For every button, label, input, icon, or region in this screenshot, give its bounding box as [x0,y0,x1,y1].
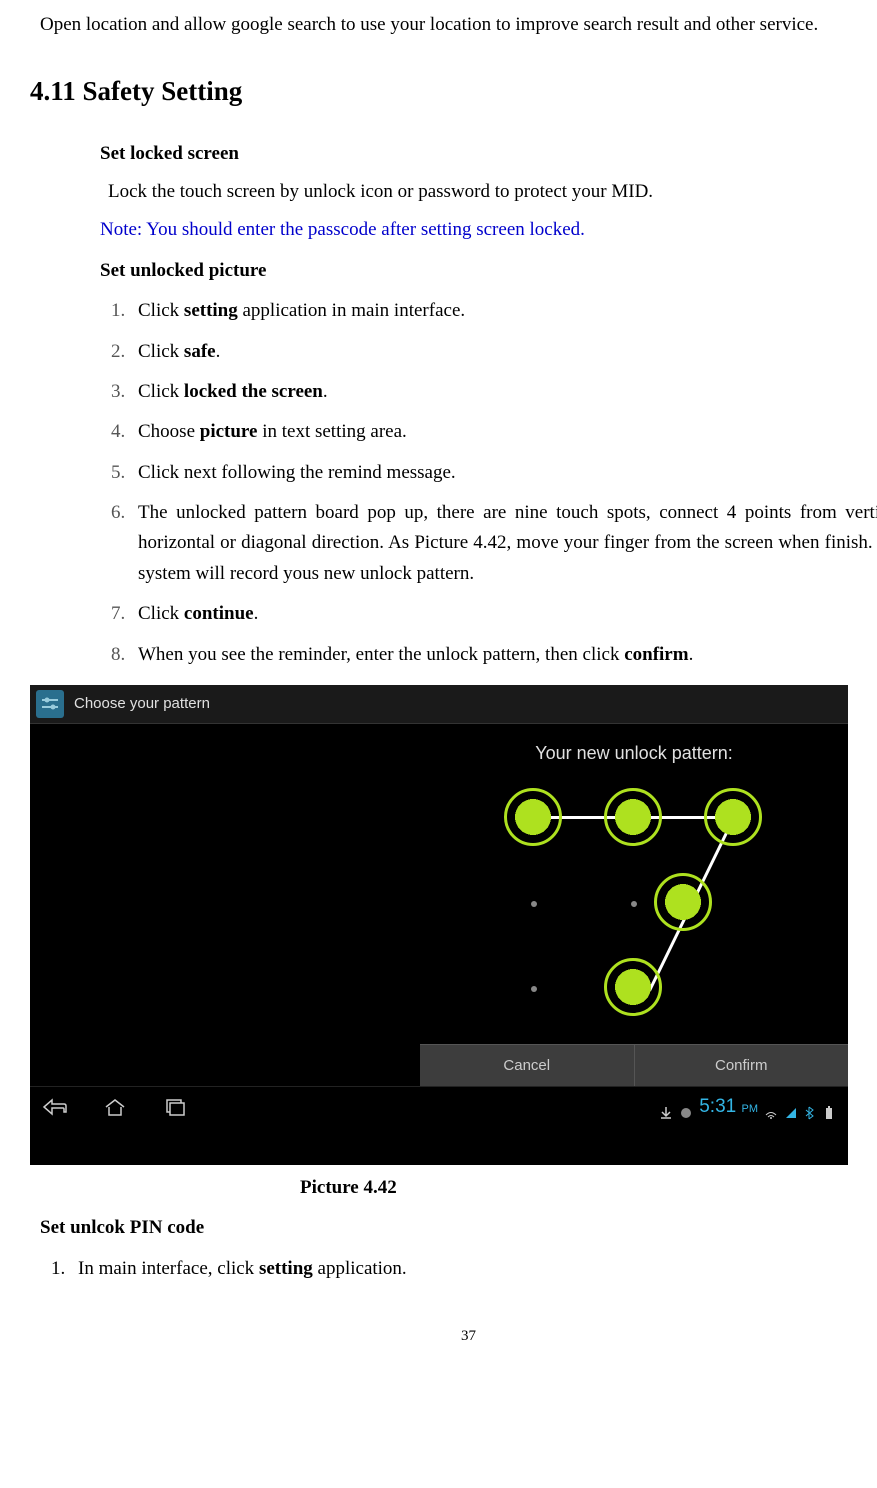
nav-bar: 5:31 PM [30,1086,848,1127]
step-7: Click continue. [130,599,877,629]
pattern-node-5[interactable] [631,901,637,907]
figure-caption: Picture 4.42 [300,1173,877,1203]
pin-step-1: In main interface, click setting applica… [70,1254,877,1284]
cancel-button[interactable]: Cancel [420,1044,634,1086]
page-number: 37 [30,1324,877,1348]
step-2: Click safe. [130,337,877,367]
status-time: 5:31 PM [699,1092,758,1122]
battery-icon [824,1100,838,1114]
android-icon [679,1100,693,1114]
pin-steps-list: In main interface, click setting applica… [70,1254,877,1284]
section-heading: 4.11 Safety Setting [30,70,877,113]
step-5: Click next following the remind message. [130,458,877,488]
screenshot-right-panel: Your new unlock pattern: Cancel Confirm [420,724,848,1086]
signal-icon [784,1100,798,1114]
heading-locked-screen: Set locked screen [100,139,877,169]
pattern-node-1[interactable] [504,788,562,846]
recent-apps-icon[interactable] [160,1092,190,1122]
pattern-grid[interactable] [504,788,764,1038]
wifi-icon [764,1100,778,1114]
pattern-node-9[interactable] [604,958,662,1016]
confirm-button[interactable]: Confirm [634,1044,849,1086]
pattern-label: Your new unlock pattern: [420,739,848,768]
step-1: Click setting application in main interf… [130,296,877,326]
settings-icon [36,690,64,718]
note-text: Note: You should enter the passcode afte… [100,215,877,245]
pattern-node-3[interactable] [704,788,762,846]
screenshot-left-panel [30,724,420,1086]
pattern-node-4[interactable] [531,901,537,907]
heading-pin-code: Set unlcok PIN code [40,1213,877,1243]
back-icon[interactable] [40,1092,70,1122]
step-3: Click locked the screen. [130,377,877,407]
step-4: Choose picture in text setting area. [130,417,877,447]
locked-screen-text: Lock the touch screen by unlock icon or … [108,177,877,207]
step-6: The unlocked pattern board pop up, there… [130,498,877,589]
download-icon [659,1100,673,1114]
pattern-node-6[interactable] [654,873,712,931]
heading-unlocked-picture: Set unlocked picture [100,256,877,286]
step-8: When you see the reminder, enter the unl… [130,640,877,670]
intro-text: Open location and allow google search to… [40,10,877,40]
home-icon[interactable] [100,1092,130,1122]
pattern-node-7[interactable] [531,986,537,992]
screenshot-titlebar: Choose your pattern [30,685,848,724]
bluetooth-icon [804,1100,818,1114]
screenshot-title: Choose your pattern [74,692,210,716]
steps-list: Click setting application in main interf… [130,296,877,670]
pattern-node-2[interactable] [604,788,662,846]
screenshot-pattern-lock: Choose your pattern Your new unlock patt… [30,685,848,1165]
